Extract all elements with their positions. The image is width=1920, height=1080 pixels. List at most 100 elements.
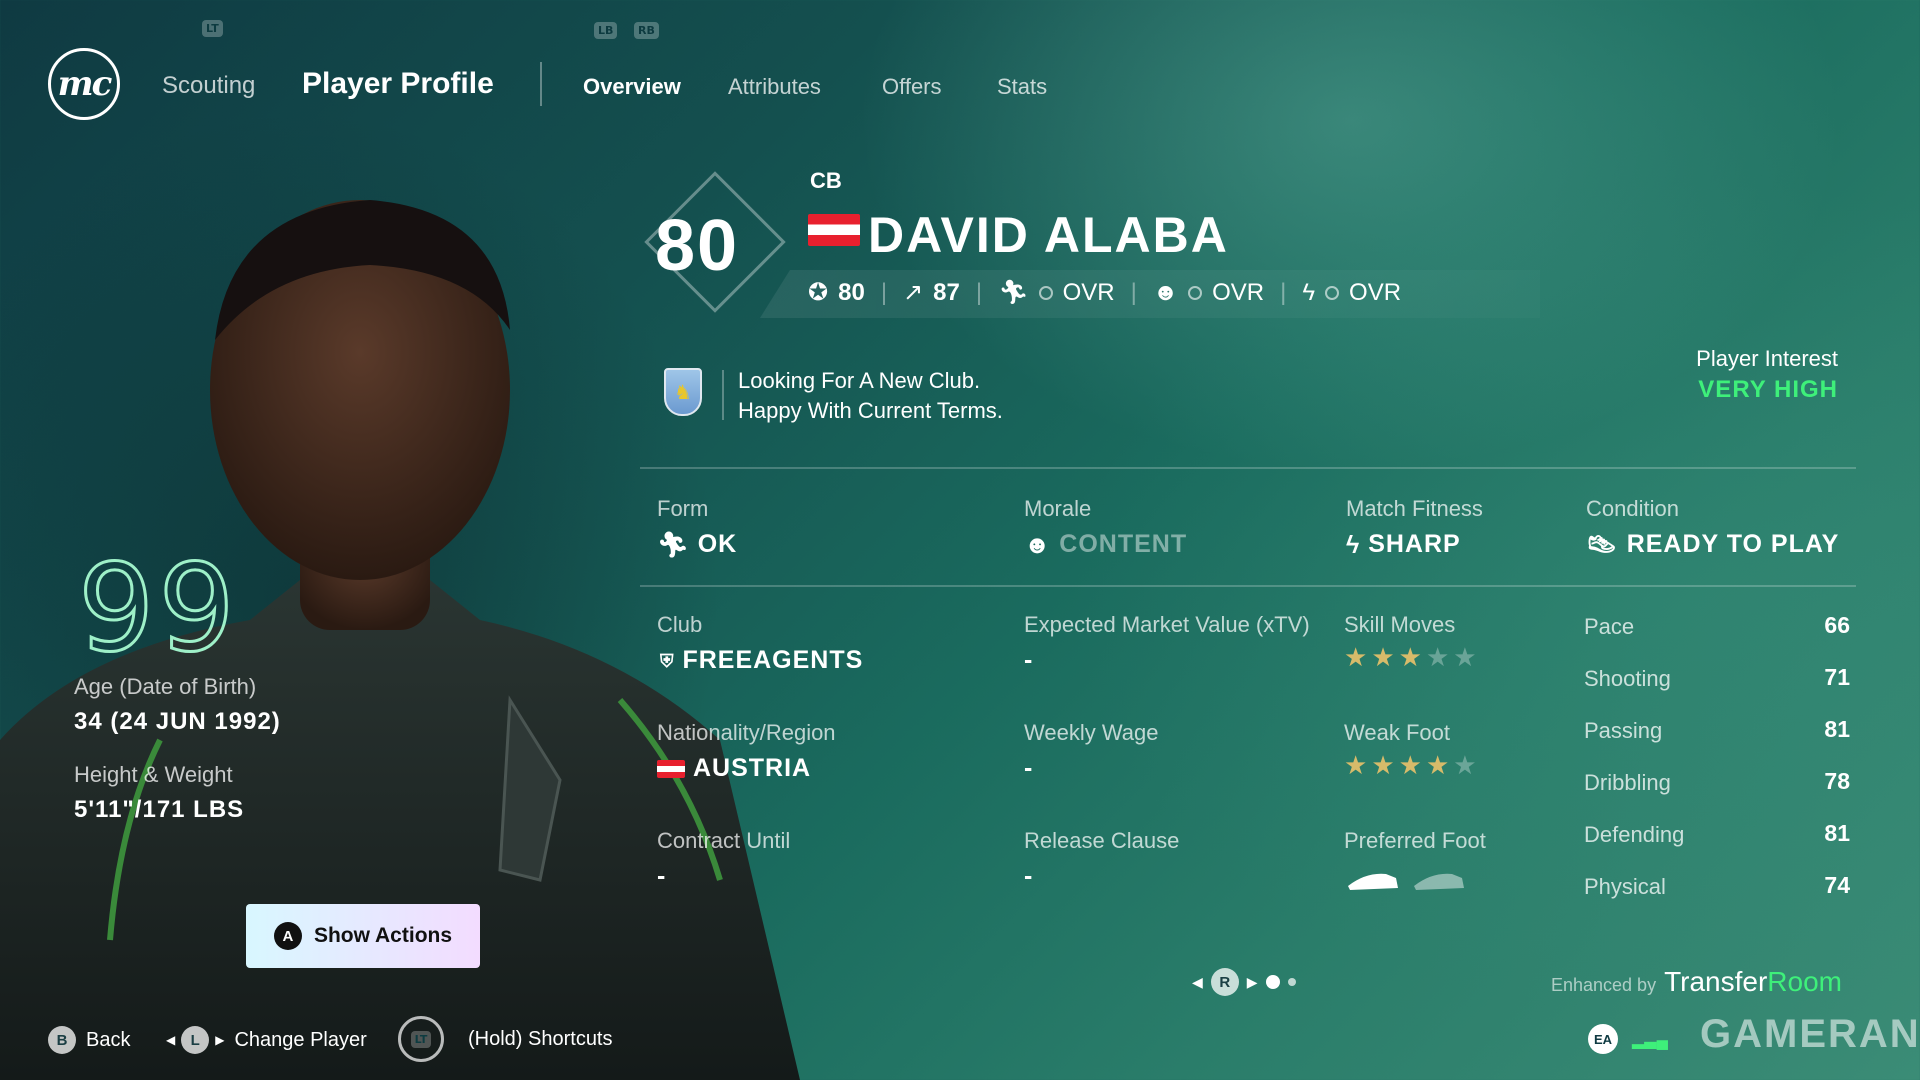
shortcuts-action[interactable]: LT (Hold) Shortcuts — [398, 1016, 613, 1062]
enhanced-by-label: Enhanced by — [1550, 975, 1657, 995]
nav-divider — [540, 62, 542, 106]
rb-button-hint: RB — [634, 22, 659, 39]
left-boot-icon — [1348, 873, 1398, 890]
release-clause-value: - — [1024, 862, 1034, 890]
height-weight-label: Height & Weight — [74, 762, 233, 787]
attr-pace-label: Pace — [1584, 614, 1635, 639]
brand-room: Room — [1767, 966, 1842, 997]
height-weight-value: 5'11"/171 LBS — [74, 796, 245, 823]
age-label: Age (Date of Birth) — [74, 674, 257, 699]
morale-value: CONTENT — [1059, 530, 1188, 558]
a-button-icon: A — [273, 922, 302, 950]
attr-passing-label: Passing — [1584, 718, 1663, 743]
separator: | — [1280, 278, 1287, 306]
match-fitness-label: Match Fitness — [1346, 496, 1483, 521]
chevron-left-icon: ◀ — [166, 1033, 176, 1047]
show-actions-label: Show Actions — [313, 924, 453, 947]
overall-rating: 80 — [655, 206, 740, 286]
preferred-foot-label: Preferred Foot — [1344, 828, 1486, 853]
attr-physical-value: 74 — [1824, 872, 1850, 898]
club-shield-icon: ⛨ — [660, 650, 675, 671]
pager-left-icon[interactable]: ◀ — [1192, 974, 1203, 991]
attr-pace-value: 66 — [1824, 612, 1850, 638]
gamerant-watermark: GAMERANT — [1700, 1012, 1920, 1056]
skill-moves-label: Skill Moves — [1344, 612, 1456, 637]
separator: | — [975, 278, 983, 306]
separator: | — [1130, 278, 1137, 306]
lightning-icon: ϟ — [1346, 530, 1361, 559]
attr-dribbling-value: 78 — [1824, 768, 1850, 794]
pager-right-icon[interactable]: ▶ — [1247, 974, 1258, 991]
overall-star-icon: ✪ — [808, 279, 829, 306]
attr-passing-value: 81 — [1824, 716, 1850, 742]
form-ovr-indicator — [1038, 285, 1053, 300]
contract-until-label: Contract Until — [657, 828, 791, 853]
condition-label: Condition — [1586, 496, 1679, 521]
runner-icon: 🏃︎ — [657, 530, 690, 559]
b-button-icon: B — [48, 1026, 76, 1054]
fitness-bolt-icon: ϟ — [1302, 278, 1316, 306]
star-empty-icon: ★ — [1453, 642, 1481, 672]
condition-value-row: 👟︎ READY TO PLAY — [1586, 530, 1839, 560]
star-filled-icon: ★ — [1425, 750, 1454, 780]
page-dot-active[interactable] — [1265, 975, 1280, 989]
star-filled-icon: ★ — [1398, 642, 1426, 672]
page-indicator[interactable]: ◀ R ▶ — [1192, 968, 1296, 996]
big-rating-outline: 99 — [77, 539, 239, 681]
austria-flag-icon — [657, 759, 685, 778]
tab-stats[interactable]: Stats — [997, 74, 1047, 100]
austria-flag-icon — [808, 214, 860, 246]
status-divider — [722, 370, 724, 420]
attr-dribbling-label: Dribbling — [1584, 770, 1671, 795]
brand-transfer: Transfer — [1664, 966, 1768, 997]
xtv-value: - — [1024, 646, 1034, 674]
nationality-value-row: AUSTRIA — [657, 754, 811, 783]
release-clause-label: Release Clause — [1024, 828, 1180, 853]
star-filled-icon: ★ — [1371, 750, 1399, 780]
tab-attributes[interactable]: Attributes — [728, 74, 821, 100]
contract-until-value: - — [657, 862, 667, 890]
change-player-action[interactable]: ◀ L ▶ Change Player — [166, 1026, 367, 1054]
contract-status: Happy With Current Terms. — [738, 398, 1003, 423]
xtv-label: Expected Market Value (xTV) — [1024, 612, 1310, 637]
club-crest-icon: ♞ — [664, 368, 702, 416]
club-value-row: ⛨ FREEAGENTS — [660, 646, 863, 675]
morale-ovr-label: OVR — [1212, 278, 1265, 306]
career-mode-logo[interactable]: mc — [48, 48, 120, 120]
back-label: Back — [86, 1028, 131, 1051]
player-position: CB — [810, 168, 842, 193]
player-name: DAVID ALABA — [868, 207, 1229, 263]
nationality-label: Nationality/Region — [657, 720, 836, 745]
attr-shooting-value: 71 — [1824, 664, 1850, 690]
nationality-value: AUSTRIA — [693, 754, 812, 782]
potential-arrow-icon: ↗ — [903, 279, 924, 306]
transferroom-logo: TransferRoom — [1664, 966, 1842, 998]
fitness-ovr-indicator — [1325, 285, 1340, 300]
show-actions-button[interactable]: A Show Actions — [246, 904, 480, 968]
boot-icon: 👟︎ — [1586, 530, 1619, 559]
transfer-status: Looking For A New Club. — [738, 368, 981, 393]
club-value: FREEAGENTS — [682, 646, 864, 674]
fitness-ovr-label: OVR — [1349, 278, 1402, 306]
weak-foot-stars: ★★★★★ — [1344, 750, 1481, 781]
nav-scouting[interactable]: Scouting — [162, 72, 255, 100]
change-player-label: Change Player — [234, 1028, 367, 1051]
star-filled-icon: ★ — [1344, 750, 1372, 780]
age-value: 34 (24 JUN 1992) — [74, 708, 281, 735]
tab-offers[interactable]: Offers — [882, 74, 942, 100]
attr-defending-value: 81 — [1824, 820, 1850, 846]
lt-button-hint: LT — [202, 20, 223, 37]
fitness-value: SHARP — [1368, 530, 1461, 558]
lb-button-hint: LB — [594, 22, 618, 39]
nav-player-profile[interactable]: Player Profile — [302, 67, 494, 101]
shortcuts-label: (Hold) Shortcuts — [468, 1027, 613, 1050]
weak-foot-label: Weak Foot — [1344, 720, 1450, 745]
form-label: Form — [657, 496, 709, 521]
weekly-wage-label: Weekly Wage — [1024, 720, 1159, 745]
l-stick-icon: L — [181, 1026, 210, 1054]
ea-logo-icon: EA — [1588, 1024, 1618, 1054]
page-dot[interactable] — [1287, 978, 1296, 986]
back-action[interactable]: B Back — [48, 1026, 130, 1054]
r-stick-icon: R — [1210, 968, 1239, 996]
tab-overview[interactable]: Overview — [583, 74, 681, 100]
